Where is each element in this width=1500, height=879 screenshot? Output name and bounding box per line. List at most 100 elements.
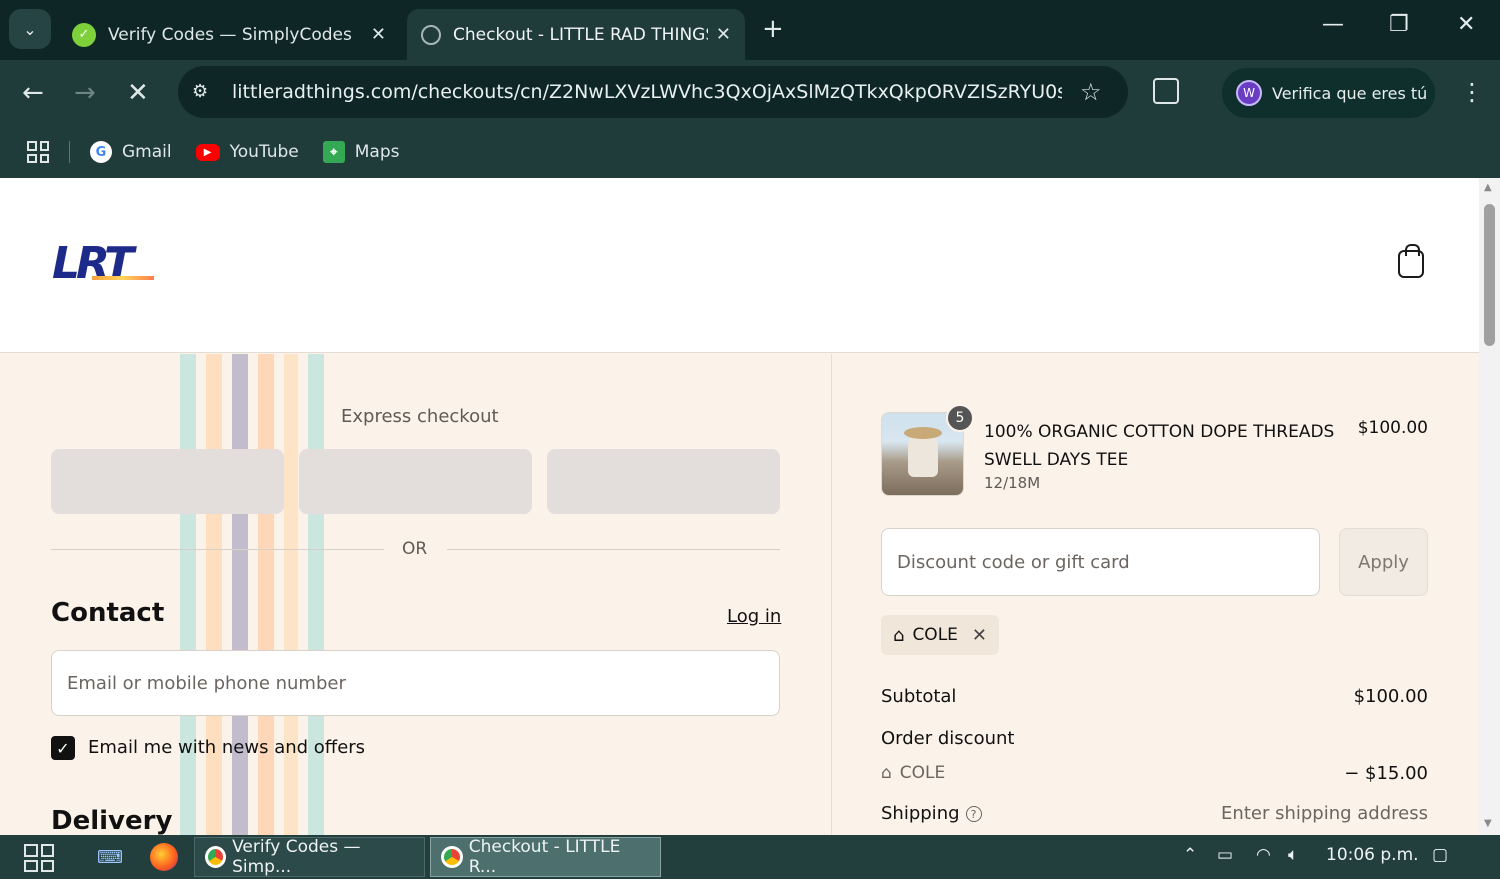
tab-search-button[interactable]: ⌄: [9, 9, 51, 49]
discount-code-line: ⌂ COLE: [881, 763, 945, 783]
shipping-row: Shipping?: [881, 803, 982, 824]
wifi-icon[interactable]: ◠: [1256, 845, 1271, 865]
discount-value: − $15.00: [1344, 763, 1428, 784]
login-link[interactable]: Log in: [727, 606, 781, 627]
chrome-icon: [441, 846, 463, 868]
new-tab-button[interactable]: +: [762, 14, 784, 44]
profile-button[interactable]: W Verifica que eres tú: [1222, 68, 1435, 118]
start-icon[interactable]: [24, 844, 54, 872]
logo-text: LRT: [52, 238, 134, 289]
order-summary: 5 100% ORGANIC COTTON DOPE THREADS SWELL…: [833, 354, 1479, 835]
divider: [69, 141, 70, 163]
browser-toolbar: ← → ✕ ⚙ littleradthings.com/checkouts/cn…: [0, 60, 1500, 126]
taskbar: ⌨ Verify Codes — Simp... Checkout - LITT…: [0, 835, 1500, 879]
express-pay-button-1[interactable]: [51, 449, 284, 514]
chrome-icon: [205, 846, 227, 868]
simplycodes-favicon-icon: ✓: [72, 22, 96, 47]
help-icon[interactable]: ?: [965, 806, 982, 822]
battery-icon[interactable]: ▭: [1217, 845, 1233, 865]
bookmarks-bar: G Gmail ▶ YouTube ⌖ Maps: [0, 126, 1500, 178]
delivery-heading: Delivery: [51, 806, 173, 835]
clock[interactable]: 10:06 p.m.: [1326, 845, 1419, 865]
firefox-icon[interactable]: [150, 843, 178, 871]
checkout-page: LRT Express checkout OR Contact Log in ✓…: [0, 178, 1479, 835]
chevron-down-icon: ⌄: [23, 19, 37, 39]
taskbar-app-checkout[interactable]: Checkout - LITTLE R...: [430, 837, 661, 877]
google-icon: G: [90, 141, 112, 163]
apply-discount-button[interactable]: Apply: [1339, 528, 1428, 596]
email-field[interactable]: [51, 650, 780, 716]
express-checkout-label: Express checkout: [341, 406, 499, 427]
avatar: W: [1236, 80, 1262, 106]
product-name: 100% ORGANIC COTTON DOPE THREADS SWELL D…: [984, 422, 1335, 470]
stop-loading-icon[interactable]: ✕: [127, 78, 149, 108]
page-scrollbar[interactable]: ▲ ▼: [1479, 178, 1500, 835]
bookmark-gmail[interactable]: G Gmail: [90, 141, 172, 163]
notifications-icon[interactable]: ▢: [1432, 845, 1448, 865]
bookmark-star-icon[interactable]: ☆: [1080, 78, 1102, 106]
quantity-badge: 5: [946, 404, 974, 432]
extensions-icon[interactable]: [1153, 78, 1179, 104]
subtotal-value: $100.00: [1353, 686, 1428, 707]
site-info-icon[interactable]: ⚙: [192, 81, 214, 103]
maps-icon: ⌖: [322, 141, 345, 163]
bookmark-youtube[interactable]: ▶ YouTube: [195, 142, 299, 162]
shop-header: LRT: [0, 178, 1479, 353]
applied-discount-tag: ⌂ COLE ✕: [881, 615, 999, 655]
tab-verify-codes[interactable]: ✓ Verify Codes — SimplyCodes ✕: [58, 9, 400, 60]
discount-code: COLE: [899, 763, 946, 783]
shopping-bag-icon[interactable]: [1398, 244, 1424, 278]
volume-icon[interactable]: 🔈︎: [1288, 845, 1298, 865]
apps-grid-icon[interactable]: [27, 141, 49, 163]
youtube-icon: ▶: [195, 143, 220, 161]
loading-favicon-icon: [421, 24, 441, 45]
tab-checkout[interactable]: Checkout - LITTLE RAD THINGS ✕: [407, 9, 745, 60]
remove-discount-icon[interactable]: ✕: [972, 625, 987, 646]
shop-logo[interactable]: LRT: [52, 238, 154, 289]
bookmark-label: Gmail: [122, 142, 172, 162]
scrollbar-thumb[interactable]: [1484, 204, 1495, 346]
close-icon[interactable]: ✕: [371, 24, 386, 45]
express-pay-button-2[interactable]: [299, 449, 532, 514]
applied-code: COLE: [912, 625, 958, 645]
express-pay-button-3[interactable]: [547, 449, 780, 514]
product-variant: 12/18M: [984, 474, 1041, 492]
window-close-icon[interactable]: ✕: [1457, 12, 1475, 37]
newsletter-checkbox[interactable]: ✓: [51, 736, 75, 760]
contact-heading: Contact: [51, 598, 165, 628]
taskbar-app-label: Verify Codes — Simp...: [232, 837, 361, 877]
shipping-value: Enter shipping address: [1221, 803, 1428, 824]
tab-strip: ⌄ ✓ Verify Codes — SimplyCodes ✕ Checkou…: [0, 0, 1500, 60]
subtotal-label: Subtotal: [881, 686, 957, 707]
order-discount-label: Order discount: [881, 728, 1015, 749]
address-bar[interactable]: ⚙ littleradthings.com/checkouts/cn/Z2NwL…: [178, 66, 1128, 118]
scroll-up-icon[interactable]: ▲: [1484, 182, 1492, 193]
bookmark-maps[interactable]: ⌖ Maps: [322, 141, 400, 163]
tab-title: Checkout - LITTLE RAD THINGS: [453, 24, 708, 45]
forward-arrow-icon[interactable]: →: [74, 78, 96, 108]
restore-icon[interactable]: ❐: [1389, 12, 1409, 37]
tag-icon: ⌂: [881, 763, 892, 783]
product-price: $100.00: [1357, 418, 1428, 438]
shipping-label: Shipping: [881, 803, 960, 824]
logo-stripe: [92, 276, 154, 280]
bookmark-label: Maps: [354, 142, 400, 162]
bookmark-label: YouTube: [229, 142, 299, 162]
menu-kebab-icon[interactable]: ⋮: [1460, 78, 1484, 106]
checkout-form: Express checkout OR Contact Log in ✓ Ema…: [0, 354, 832, 835]
scroll-down-icon[interactable]: ▼: [1484, 818, 1492, 829]
profile-label: Verifica que eres tú: [1272, 83, 1428, 103]
newsletter-label: Email me with news and offers: [88, 737, 366, 758]
url-text[interactable]: littleradthings.com/checkouts/cn/Z2NwLXV…: [232, 81, 1062, 103]
taskbar-app-verify-codes[interactable]: Verify Codes — Simp...: [194, 837, 425, 877]
discount-code-input[interactable]: [881, 528, 1320, 596]
chevron-up-icon[interactable]: ⌃: [1183, 845, 1197, 865]
tab-title: Verify Codes — SimplyCodes: [108, 24, 352, 45]
divider: [51, 549, 384, 550]
keyboard-icon[interactable]: ⌨: [96, 843, 124, 871]
divider: [447, 549, 780, 550]
minimize-icon[interactable]: —: [1322, 12, 1344, 37]
back-arrow-icon[interactable]: ←: [22, 78, 44, 108]
tag-icon: ⌂: [893, 624, 905, 646]
close-icon[interactable]: ✕: [716, 24, 731, 45]
